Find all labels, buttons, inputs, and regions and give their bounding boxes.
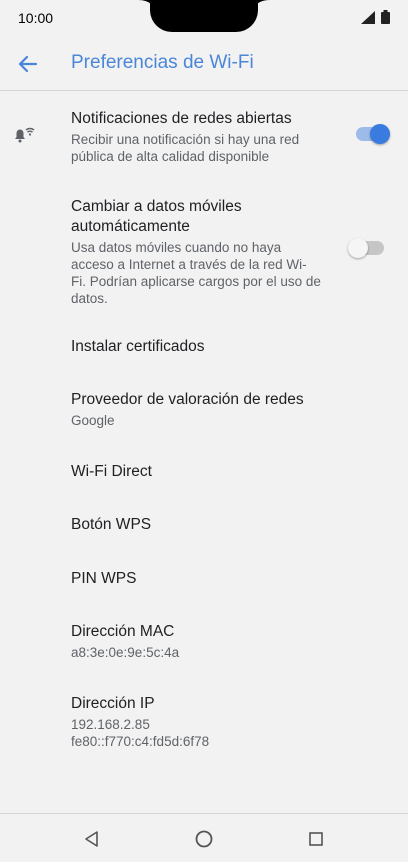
nav-back-icon[interactable] [79, 826, 105, 852]
setting-subtitle: Usa datos móviles cuando no haya acceso … [71, 240, 321, 306]
nav-home-icon[interactable] [191, 826, 217, 852]
setting-switch-mobile-data[interactable]: Cambiar a datos móviles automáticamente … [71, 197, 321, 307]
setting-title: Dirección IP [71, 695, 155, 712]
setting-install-certificates[interactable]: Instalar certificados [71, 337, 321, 357]
nav-recents-icon[interactable] [303, 826, 329, 852]
setting-open-network-notifications[interactable]: Notificaciones de redes abiertas Recibir… [71, 109, 321, 165]
mac-address-value: a8:3e:0e:9e:5c:4a [71, 645, 180, 660]
setting-title: Instalar certificados [71, 338, 205, 355]
back-arrow-icon[interactable] [14, 50, 42, 78]
mobile-data-toggle[interactable] [348, 238, 384, 258]
setting-wps-button[interactable]: Botón WPS [71, 515, 321, 535]
signal-icon [361, 10, 375, 24]
setting-network-rating-provider[interactable]: Proveedor de valoración de redes Google [71, 390, 321, 429]
status-bar: 10:00 [0, 0, 408, 36]
battery-icon [381, 10, 390, 24]
setting-subtitle: Google [71, 413, 115, 428]
page-title: Preferencias de Wi-Fi [71, 52, 254, 73]
setting-title: PIN WPS [71, 570, 137, 587]
setting-title: Botón WPS [71, 516, 152, 533]
setting-subtitle: Recibir una notificación si hay una red … [71, 132, 300, 164]
status-icons [361, 10, 390, 24]
setting-title: Wi-Fi Direct [71, 463, 152, 480]
open-networks-toggle[interactable] [356, 124, 390, 144]
setting-title: Dirección MAC [71, 623, 175, 640]
ip-address-value: 192.168.2.85 fe80::f770:c4:fd5d:6f78 [71, 717, 210, 749]
setting-wps-pin[interactable]: PIN WPS [71, 569, 321, 589]
setting-wifi-direct[interactable]: Wi-Fi Direct [71, 462, 321, 482]
display-notch [150, 0, 258, 32]
setting-title: Proveedor de valoración de redes [71, 391, 304, 408]
navigation-bar [0, 813, 408, 862]
toggle-knob [370, 124, 390, 144]
status-time: 10:00 [18, 10, 54, 26]
toggle-knob [348, 238, 368, 258]
app-bar: Preferencias de Wi-Fi [0, 36, 408, 91]
wifi-notification-bell-icon [15, 127, 35, 143]
setting-title: Notificaciones de redes abiertas [71, 110, 292, 127]
setting-mac-address: Dirección MAC a8:3e:0e:9e:5c:4a [71, 622, 321, 661]
setting-ip-address: Dirección IP 192.168.2.85 fe80::f770:c4:… [71, 694, 321, 750]
setting-title: Cambiar a datos móviles automáticamente [71, 198, 242, 235]
